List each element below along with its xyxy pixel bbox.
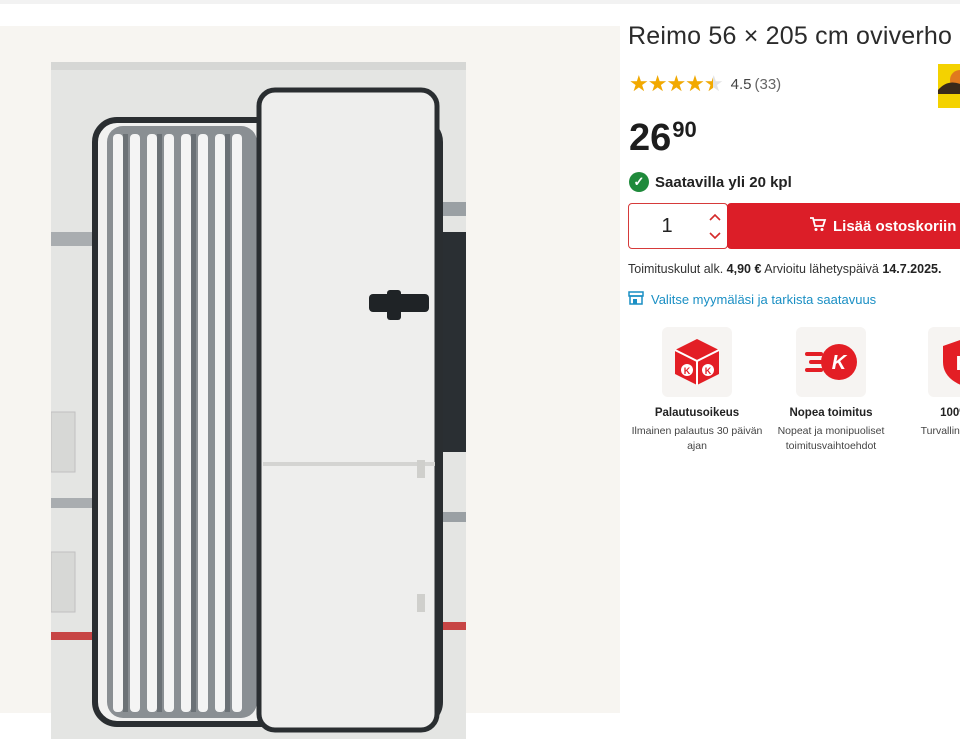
dispatch-date-label: Arvioitu lähetyspäivä bbox=[764, 262, 879, 276]
feature-desc: Turvallinen verkko bbox=[920, 425, 960, 437]
product-title: Reimo 56 × 205 cm oviverho bbox=[628, 22, 953, 50]
shipping-cost-label: Toimituskulut alk. bbox=[628, 262, 724, 276]
secure-shield-icon: K bbox=[928, 327, 960, 397]
product-image[interactable] bbox=[51, 62, 466, 739]
chevron-up-icon[interactable] bbox=[705, 207, 725, 227]
add-to-cart-button[interactable]: Lisää ostoskoriin bbox=[727, 203, 960, 249]
add-to-cart-label: Lisää ostoskoriin bbox=[833, 217, 957, 235]
svg-text:K: K bbox=[684, 366, 691, 376]
feature-delivery: K Nopea toimitus Nopeat ja monipuoliset … bbox=[756, 327, 906, 454]
return-box-icon: K K bbox=[662, 327, 732, 397]
rating-count[interactable]: (33) bbox=[754, 76, 781, 93]
price: 26 90 bbox=[629, 117, 697, 159]
svg-text:K: K bbox=[956, 353, 960, 375]
product-rating[interactable]: ★★★★★ ★★★★★ 4.5 (33) bbox=[629, 72, 781, 96]
fast-delivery-icon: K bbox=[796, 327, 866, 397]
cart-icon bbox=[809, 216, 827, 237]
feature-secure: K 100% Tu Turvallinen verkko bbox=[888, 327, 960, 439]
quantity-input[interactable]: 1 bbox=[629, 204, 705, 248]
stock-status: ✓ Saatavilla yli 20 kpl bbox=[629, 172, 792, 192]
feature-title: Nopea toimitus bbox=[789, 407, 873, 419]
chevron-down-icon[interactable] bbox=[705, 226, 725, 246]
shipping-info: Toimituskulut alk. 4,90 € Arvioitu lähet… bbox=[628, 262, 941, 276]
top-bar bbox=[0, 0, 960, 4]
feature-desc: Ilmainen palautus 30 päivän ajan bbox=[631, 425, 763, 452]
store-availability-link[interactable]: Valitse myymäläsi ja tarkista saatavuus bbox=[628, 291, 876, 308]
store-link-text: Valitse myymäläsi ja tarkista saatavuus bbox=[651, 292, 877, 307]
svg-text:K: K bbox=[832, 352, 848, 374]
product-gallery bbox=[0, 26, 620, 739]
feature-desc: Nopeat ja monipuoliset toimitusvaihtoehd… bbox=[777, 425, 885, 452]
brand-logo[interactable] bbox=[938, 64, 960, 108]
svg-text:K: K bbox=[705, 366, 712, 376]
price-decimals: 90 bbox=[672, 117, 697, 142]
dispatch-date: 14.7.2025. bbox=[882, 262, 942, 276]
quantity-stepper[interactable]: 1 bbox=[628, 203, 728, 249]
feature-return: K K Palautusoikeus Ilmainen palautus 30 … bbox=[622, 327, 772, 454]
shipping-cost: 4,90 € bbox=[726, 262, 762, 276]
feature-title: 100% Tu bbox=[940, 407, 960, 419]
stock-text: Saatavilla yli 20 kpl bbox=[655, 173, 792, 191]
rating-stars: ★★★★★ ★★★★★ bbox=[629, 71, 724, 96]
rating-value: 4.5 bbox=[730, 75, 752, 93]
price-integer: 26 bbox=[629, 117, 672, 159]
store-icon bbox=[628, 291, 644, 308]
check-circle-icon: ✓ bbox=[629, 172, 649, 192]
feature-title: Palautusoikeus bbox=[654, 407, 740, 419]
